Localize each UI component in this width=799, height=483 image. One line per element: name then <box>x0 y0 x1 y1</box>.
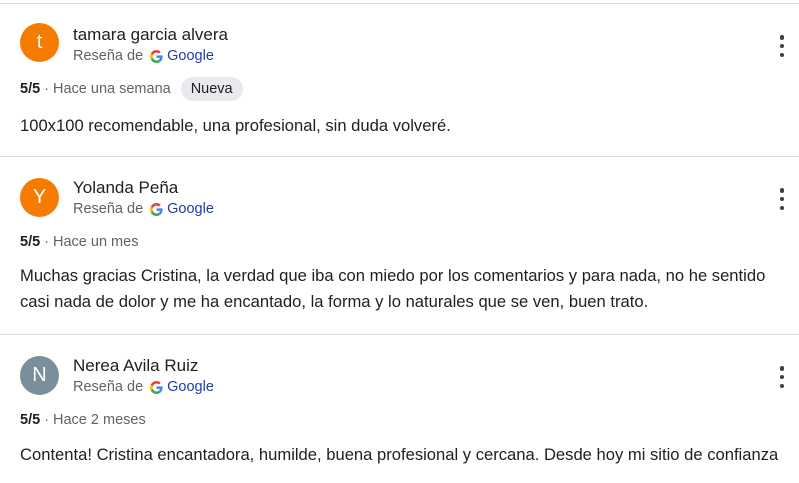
source-name: Google <box>167 379 214 395</box>
more-options-icon[interactable] <box>776 35 788 57</box>
source-prefix: Reseña de <box>73 48 144 64</box>
review-text: 100x100 recomendable, una profesional, s… <box>20 116 451 135</box>
source-prefix: Reseña de <box>73 379 144 395</box>
review-meta: 5/5 · Hace un mes <box>20 234 138 250</box>
rating: 5/5 <box>20 234 41 250</box>
review-source: Reseña de Google <box>73 48 214 64</box>
author-name[interactable]: Yolanda Peña <box>73 178 178 198</box>
author-name[interactable]: Nerea Avila Ruiz <box>73 356 198 376</box>
review-time: Hace 2 meses <box>53 412 146 428</box>
more-options-icon[interactable] <box>776 188 788 210</box>
google-icon <box>150 49 163 63</box>
separator: · <box>44 234 50 250</box>
review-source: Reseña de Google <box>73 201 214 217</box>
review-time: Hace una semana <box>53 81 171 97</box>
review-time: Hace un mes <box>53 234 139 250</box>
review-card: Y Yolanda Peña Reseña de Google 5/5 · Ha… <box>0 157 799 335</box>
source-name: Google <box>167 48 214 64</box>
review-card: t tamara garcia alvera Reseña de Google … <box>0 4 799 157</box>
avatar[interactable]: N <box>20 356 59 395</box>
separator: · <box>44 412 50 428</box>
rating: 5/5 <box>20 81 41 97</box>
avatar[interactable]: Y <box>20 178 59 217</box>
more-options-icon[interactable] <box>776 366 788 388</box>
review-text: Contenta! Cristina encantadora, humilde,… <box>20 445 779 464</box>
review-card: N Nerea Avila Ruiz Reseña de Google 5/5 … <box>0 335 799 483</box>
source-prefix: Reseña de <box>73 201 144 217</box>
review-text: Muchas gracias Cristina, la verdad que i… <box>20 266 766 311</box>
review-source: Reseña de Google <box>73 379 214 395</box>
author-name[interactable]: tamara garcia alvera <box>73 25 228 45</box>
review-meta: 5/5 · Hace una semana Nueva <box>20 77 243 101</box>
separator: · <box>44 81 50 97</box>
review-meta: 5/5 · Hace 2 meses <box>20 412 146 428</box>
google-icon <box>150 202 163 216</box>
new-badge: Nueva <box>180 77 243 101</box>
google-icon <box>150 380 163 394</box>
source-name: Google <box>167 201 214 217</box>
avatar[interactable]: t <box>20 23 59 62</box>
rating: 5/5 <box>20 412 41 428</box>
